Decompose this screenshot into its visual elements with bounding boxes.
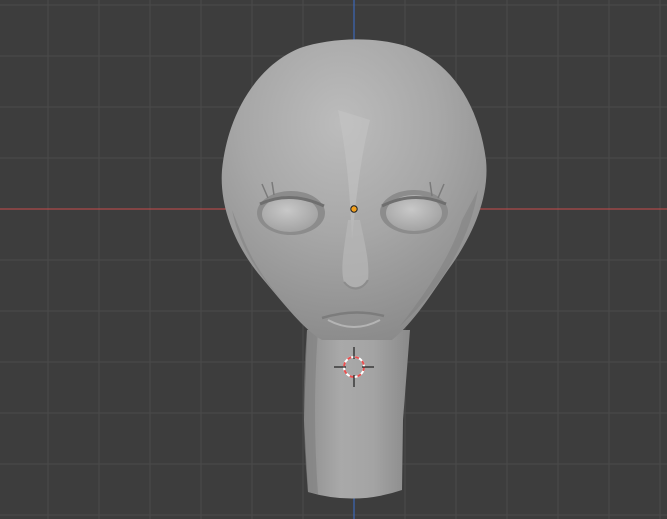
neck bbox=[304, 330, 410, 499]
object-origin-icon[interactable] bbox=[350, 205, 358, 213]
3d-viewport[interactable] bbox=[0, 0, 667, 519]
viewport-canvas[interactable] bbox=[0, 0, 667, 519]
